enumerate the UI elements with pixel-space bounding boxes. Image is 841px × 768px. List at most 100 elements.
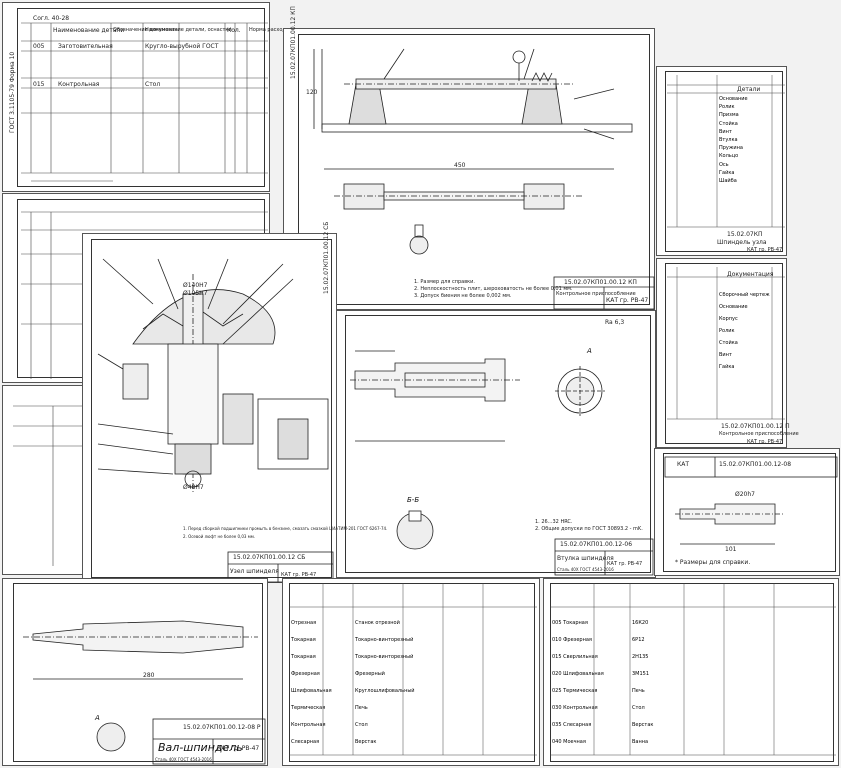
list-item: Круглошлифовальный — [355, 688, 415, 694]
sheet-spec-left-3 — [2, 385, 92, 575]
detail-drawing — [664, 456, 838, 545]
spindle-dim-1: Ø105H7 — [183, 290, 208, 297]
list-item: Токарно-винторезный — [355, 654, 414, 660]
shaft-roughness: Ra 6,3 — [605, 319, 625, 326]
list-item: Шлифовальная — [291, 688, 332, 694]
list-item: Ролик — [719, 328, 735, 334]
spindle-drawing — [97, 258, 334, 583]
fixture-dim-left: 120 — [306, 89, 318, 96]
detail-dim-0: Ø20h7 — [735, 491, 755, 498]
row-2-code: 015 — [33, 81, 45, 88]
indicator — [512, 50, 526, 64]
fixture-dim-top: 450 — [454, 162, 466, 169]
right-stand — [521, 83, 563, 125]
detail-note: * Размеры для справки. — [675, 559, 751, 566]
list-item: 040 Моечная — [552, 739, 586, 745]
fixture-note-2: 2. Неплоскостность плит, шероховатость н… — [414, 286, 573, 292]
fixture-note-3: 3. Допуск биения не более 0,002 мм. — [414, 293, 512, 299]
shaft-bottom-section: А — [95, 714, 100, 722]
shaft-bottom-dim: 280 — [143, 672, 155, 679]
spindle-dim-0: Ø140H7 — [183, 282, 208, 289]
side-label: ГОСТ 3.1105-79 Форма 10 — [9, 51, 16, 133]
shaft-section-a: А — [587, 347, 592, 355]
row-1-code: 005 — [33, 43, 45, 50]
list-item: 3М151 — [632, 671, 650, 677]
row-2-equip: Стол — [145, 81, 161, 88]
list-item: Фрезерный — [355, 671, 385, 677]
list-item: 020 Шлифовальная — [552, 671, 604, 677]
list-item: Станок отрезной — [355, 620, 400, 626]
list-item: Основание — [719, 304, 748, 310]
list-item: Токарная — [291, 637, 316, 643]
route-right-equip: 16К20 6Р12 2Н135 3М151 Печь Стол Верстак… — [632, 615, 653, 751]
list-item: Слесарная — [291, 739, 320, 745]
list-item: 035 Слесарная — [552, 722, 592, 728]
detail-title-code: КАТ — [677, 461, 690, 468]
spec1-group: КАТ гр. РВ-47 — [747, 247, 783, 253]
list-item: Стойка — [719, 120, 738, 127]
list-item: Стол — [355, 722, 368, 728]
list-item: Основание — [719, 96, 748, 102]
spec2-title-code: 15.02.07КП01.00.12 П — [721, 423, 790, 430]
list-item: Токарно-винторезный — [355, 637, 414, 643]
list-item: Термическая — [291, 705, 326, 711]
shaft-title-code: 15.02.07КП01.00.12-06 — [560, 541, 633, 548]
fixture-drawing — [313, 48, 655, 310]
list-item: Винт — [719, 352, 732, 358]
shaft-bottom-material: Сталь 40Х ГОСТ 4543-2016 — [155, 757, 212, 762]
col-header-4: Наименование детали, оснастки — [145, 27, 232, 33]
spec2-group: КАТ гр. РВ-47 — [747, 439, 783, 445]
shaft-note-2: 2. Общие допуски по ГОСТ 30893.2 - mK. — [535, 526, 643, 532]
list-item: Призма — [719, 112, 739, 119]
housing-top — [132, 289, 276, 345]
list-item: 005 Токарная — [552, 620, 588, 626]
list-item: 16К20 — [632, 620, 649, 626]
shaft-bottom-drawing — [23, 620, 266, 765]
list-item: 010 Фрезерная — [552, 637, 592, 643]
list-item: Шайба — [719, 178, 737, 185]
shaft-note-1: 1. 26...32 HRC. — [535, 519, 573, 525]
sheet-spec-top-left: Согл. 40-28 Наименование детали Обозначе… — [2, 2, 289, 192]
sheet-shaft-bottom-left: 280 А 15.02.07КП01.00.12-08 Р Вал-шпинде… — [2, 578, 268, 766]
list-item: Кольцо — [719, 153, 739, 160]
sheet-route-mid: Отрезная Токарная Токарная Фрезерная Шли… — [282, 578, 540, 766]
list-item: 030 Контрольная — [552, 705, 598, 711]
spindle-title-name: Узел шпинделя — [230, 568, 279, 575]
route-mid-equip: Станок отрезной Токарно-винторезный Тока… — [355, 615, 415, 751]
list-item: 6Р12 — [632, 637, 645, 643]
spec1-items: Основание Ролик Призма Стойка Винт Втулк… — [719, 95, 748, 185]
list-item: Гайка — [719, 364, 735, 370]
list-item: Ось — [719, 161, 729, 168]
spec1-section: Детали — [737, 86, 761, 93]
left-stand — [348, 83, 387, 125]
list-item: Винт — [719, 128, 732, 135]
fixture-note-1: 1. Размер для справки. — [414, 279, 476, 285]
list-item: Верстак — [355, 739, 377, 745]
list-item: Ролик — [719, 104, 735, 111]
list-item: Контрольная — [291, 722, 326, 728]
row-2-op: Контрольная — [58, 81, 100, 88]
shaft-bottom-code: 15.02.07КП01.00.12-08 Р — [183, 724, 261, 731]
list-item: Фрезерная — [291, 671, 320, 677]
row-1-op: Заготовительная — [58, 43, 113, 50]
spec2-section: Документация — [727, 271, 774, 278]
list-item: Токарная — [291, 654, 316, 660]
spindle-note-2: 2. Осевой люфт не более 0,03 мм. — [183, 534, 256, 539]
list-item: Пружина — [719, 145, 743, 152]
list-item: Печь — [355, 705, 368, 711]
spec1-title-code: 15.02.07КП — [727, 231, 763, 238]
list-item: Верстак — [632, 722, 654, 728]
list-item: 2Н135 — [632, 654, 649, 660]
route-right-ops: 005 Токарная 010 Фрезерная 015 Сверлильн… — [552, 615, 604, 751]
col-header-5: Кол. — [227, 27, 241, 34]
fixture-title-code: 15.02.07КП01.00.12 КП — [564, 279, 637, 286]
sheet-fixture-main: 15.02.07КП01.00.12 КП 450 120 1. Размер … — [283, 6, 655, 310]
spindle-housing — [167, 343, 219, 445]
spec2-title-name: Контрольное приспособление — [719, 431, 799, 437]
list-item: Отрезная — [291, 620, 317, 626]
sheet-detail-right: КАТ 15.02.07КП01.00.12-08 Ø20h7 101 * Ра… — [654, 448, 840, 576]
list-item: Гайка — [719, 169, 735, 176]
shaft-group: КАТ гр. РВ-47 — [607, 561, 643, 567]
spindle-dim-2: Ø48H7 — [183, 484, 204, 491]
spindle-title-code: 15.02.07КП01.00.12 СБ — [233, 554, 306, 561]
